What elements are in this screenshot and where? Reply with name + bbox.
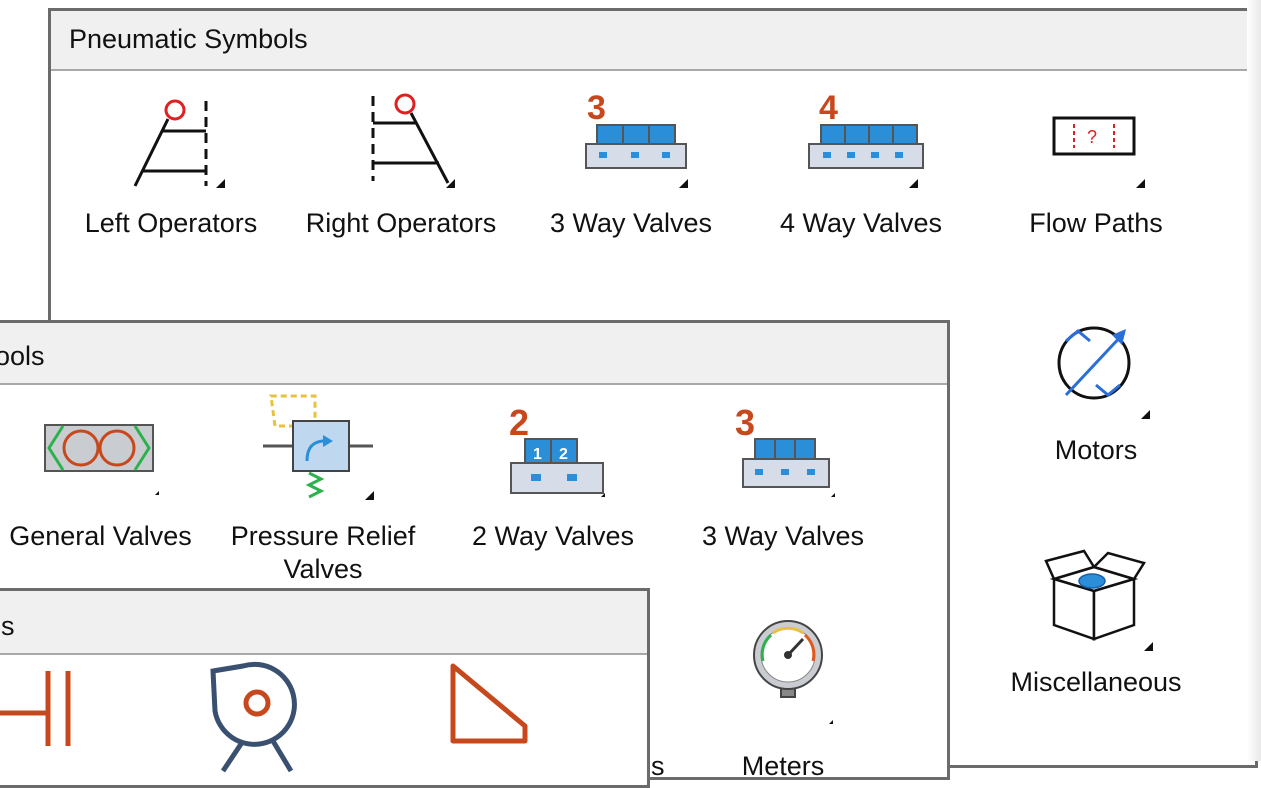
- tile-meters[interactable]: Meters: [683, 613, 883, 783]
- tile-flow-paths[interactable]: ? Flow Paths: [996, 81, 1196, 251]
- expand-caret: [1136, 179, 1145, 188]
- expand-caret: [1144, 642, 1153, 651]
- window-edge-shadow: [1247, 0, 1261, 761]
- tile-motors[interactable]: Motors: [996, 323, 1196, 483]
- tile-capacitor[interactable]: [0, 671, 93, 771]
- expand-caret: [831, 493, 835, 497]
- pump-icon: [210, 661, 297, 773]
- tile-triangle-shape[interactable]: [433, 661, 553, 771]
- two-way-valve-icon: 2 1 2: [509, 402, 604, 494]
- tile-2-way-valves[interactable]: 2 1 2 2 Way Valves: [453, 391, 653, 581]
- tile-label: 2 Way Valves: [471, 521, 635, 551]
- expand-caret: [601, 493, 605, 497]
- tile-3-way-valves[interactable]: 3 3 Way Valves: [531, 81, 731, 251]
- tile-label: 3 Way Valves: [701, 521, 865, 551]
- tile-label: Motors: [1054, 435, 1138, 465]
- capacitor-icon: [0, 671, 71, 746]
- tile-right-operators[interactable]: Right Operators: [291, 81, 511, 251]
- tile-label: 3 Way Valves: [549, 208, 713, 238]
- expand-caret: [365, 491, 374, 500]
- panel-header: Pneumatic Symbols: [51, 11, 1255, 71]
- tile-label-line2: Valves: [283, 554, 363, 584]
- tile-pressure-relief-valves[interactable]: Pressure Relief Valves: [223, 391, 423, 591]
- panel-title: ools: [0, 341, 45, 371]
- svg-text:4: 4: [819, 89, 838, 127]
- expand-caret: [829, 720, 833, 724]
- partial-tile-label: s: [651, 751, 665, 781]
- triangle-shape-icon: [450, 663, 528, 744]
- three-way-valve-icon: 3: [735, 402, 830, 488]
- svg-text:2: 2: [559, 446, 568, 463]
- svg-text:3: 3: [587, 89, 606, 127]
- tile-label: Right Operators: [305, 208, 497, 238]
- tile-4-way-valves[interactable]: 4 4 Way Valves: [761, 81, 961, 251]
- expand-caret: [1141, 410, 1150, 419]
- expand-caret: [155, 491, 159, 495]
- tile-label: Miscellaneous: [1010, 667, 1182, 697]
- svg-text:1: 1: [533, 446, 542, 463]
- tile-general-valves[interactable]: General Valves: [0, 391, 208, 581]
- panel-title: Pneumatic Symbols: [69, 24, 308, 54]
- tile-label: General Valves: [9, 521, 192, 551]
- expand-caret: [216, 179, 225, 188]
- tile-miscellaneous[interactable]: Miscellaneous: [996, 539, 1196, 709]
- svg-text:?: ?: [1087, 127, 1097, 147]
- tile-left-operators[interactable]: Left Operators: [71, 81, 271, 251]
- svg-text:3: 3: [735, 402, 755, 443]
- front-symbols-panel: ls: [0, 588, 650, 788]
- general-valve-icon: [44, 424, 154, 472]
- tile-label: 4 Way Valves: [779, 208, 943, 238]
- expand-caret: [446, 179, 455, 188]
- panel-header: ls: [0, 591, 647, 655]
- tile-label: Pressure Relief: [230, 521, 416, 551]
- tile-3-way-valves[interactable]: 3 3 Way Valves: [683, 391, 883, 581]
- tile-label: Flow Paths: [1029, 208, 1163, 238]
- tile-label: Left Operators: [84, 208, 258, 238]
- panel-title: ls: [0, 611, 15, 641]
- panel-header: ools: [0, 323, 947, 385]
- expand-caret: [679, 179, 688, 188]
- svg-text:2: 2: [509, 402, 529, 443]
- expand-caret: [909, 179, 918, 188]
- tile-label: Meters: [741, 751, 825, 781]
- tile-pump[interactable]: [193, 661, 333, 773]
